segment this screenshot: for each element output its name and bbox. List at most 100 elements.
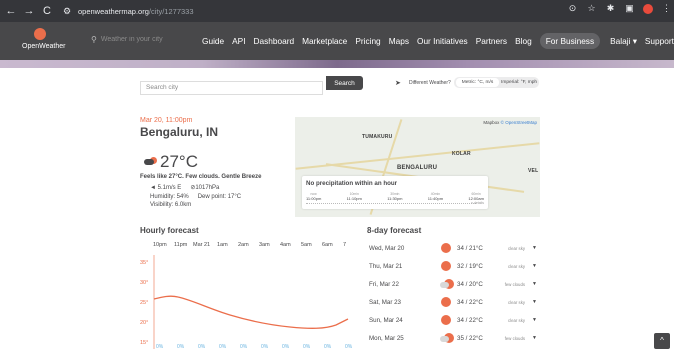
chevron-down-icon[interactable]: ▼ [532,317,537,323]
forecast-day-label: Thu, Mar 21 [369,263,403,270]
forecast-description: clear sky [508,318,525,323]
precip-percent: 0% [261,344,269,349]
hour-label: 11pm [174,242,188,248]
clear-sky-icon [440,314,454,326]
menu-dashboard[interactable]: Dashboard [254,36,295,46]
site-info-icon[interactable]: ⚙ [60,6,74,17]
menu-our-initiatives[interactable]: Our Initiatives [417,36,468,46]
search-button[interactable]: Search [326,76,363,90]
precip-percent: 0% [156,344,164,349]
menu-marketplace[interactable]: Marketplace [302,36,347,46]
humidity-value: Humidity: 54% [150,193,189,200]
forecast-day-row[interactable]: Sat, Mar 23 34 / 22°C clear sky ▼ [367,294,542,312]
forecast-day-row[interactable]: Thu, Mar 21 32 / 19°C clear sky ▼ [367,258,542,276]
chevron-down-icon[interactable]: ▼ [532,299,537,305]
forecast-day-label: Wed, Mar 20 [369,245,405,252]
timeline-point: 30min 11:30pm [387,192,403,201]
forecast-temp: 34 / 21°C [457,245,483,252]
precipitation-details-link[interactable]: » details [471,201,484,205]
back-icon[interactable]: ← [4,5,18,17]
timeline-ticks [306,203,476,205]
hour-label: 7 [343,242,347,248]
city-search: Search [140,76,363,95]
menu-maps[interactable]: Maps [389,36,409,46]
menu-pricing[interactable]: Pricing [355,36,380,46]
menu-user[interactable]: Balaji ▾ [610,36,637,46]
hour-label: 10pm [153,242,167,248]
forecast-description: clear sky [508,246,525,251]
scroll-to-top-button[interactable]: ^ [654,333,670,349]
forecast-day-row[interactable]: Sun, Mar 24 34 / 22°C clear sky ▼ [367,312,542,330]
menu-guide[interactable]: Guide [202,36,224,46]
menu-blog[interactable]: Blog [515,36,532,46]
forecast-temp: 32 / 19°C [457,263,483,270]
my-location-icon[interactable]: ➤ [395,79,401,87]
logo-sun-icon [34,28,46,40]
eight-day-forecast-title: 8-day forecast [367,226,422,235]
browser-toolbar: ← → C ⚙ openweathermap.org/city/1277333 … [0,0,674,22]
wind-direction-icon: ◄ [150,185,156,191]
few-clouds-icon [440,332,454,344]
extensions-icon[interactable]: ✱ [605,3,616,14]
weather-map[interactable]: Mapbox © OpenStreetMap TUMAKURU KOLAR BE… [295,117,540,217]
forecast-day-label: Sun, Mar 24 [369,317,403,324]
chevron-down-icon[interactable]: ▼ [532,263,537,269]
profile-icon[interactable] [643,3,653,14]
unit-toggle: Metric: °C, m/s Imperial: °F, mph [454,77,539,88]
browser-menu-icon[interactable]: ⋮ [661,3,672,14]
reload-icon[interactable]: C [40,5,54,17]
openweather-logo[interactable]: OpenWeather [22,26,65,56]
metric-option[interactable]: Metric: °C, m/s [456,78,499,87]
map-attribution: Mapbox © OpenStreetMap [483,120,537,125]
wind-value: ◄ 5.1m/s E [150,185,182,191]
hourly-time-labels: 10pm 11pm Mar 21 1am 2am 3am 4am 5am 6am… [153,242,355,250]
site-header: OpenWeather ⚲ Guide API Dashboard Market… [0,22,674,60]
forecast-day-row[interactable]: Fri, Mar 22 34 / 20°C few clouds ▼ [367,276,542,294]
search-icon: ⚲ [91,35,97,44]
weather-details: ◄ 5.1m/s E ⊘1017hPa Humidity: 54% Dew po… [150,184,241,210]
hour-label: 3am [259,242,270,248]
clear-sky-icon [440,242,454,254]
precip-percent: 0% [198,344,206,349]
visibility-value: Visibility: 6.0km [150,202,192,208]
location-icon[interactable]: ⊙ [567,3,578,14]
precipitation-card: No precipitation within an hour now 11:00… [302,176,488,209]
main-menu: Guide API Dashboard Marketplace Pricing … [202,33,674,49]
forecast-description: few clouds [504,336,525,341]
dew-point-value: Dew point: 17°C [197,193,242,200]
hour-label: 5am [301,242,312,248]
menu-api[interactable]: API [232,36,245,46]
chevron-down-icon[interactable]: ▼ [532,281,537,287]
precip-percent: 0% [219,344,227,349]
precipitation-timeline: now 11:00pm 10min 11:10pm 30min 11:30pm 40m… [306,192,484,201]
forecast-temp: 34 / 22°C [457,317,483,324]
precip-percent: 0% [345,344,353,349]
forecast-day-row[interactable]: Mon, Mar 25 35 / 22°C few clouds ▼ [367,330,542,348]
forward-icon[interactable]: → [22,5,36,17]
sidebar-icon[interactable]: ▣ [624,3,635,14]
forecast-description: clear sky [508,264,525,269]
forecast-description: clear sky [508,300,525,305]
hour-label: 2am [238,242,249,248]
timeline-point: 60min 12:00am [468,192,484,201]
menu-partners[interactable]: Partners [476,36,507,46]
chevron-down-icon[interactable]: ▼ [532,335,537,341]
different-weather-link[interactable]: Different Weather? [409,80,451,86]
precip-percent: 0% [282,344,290,349]
few-clouds-icon [143,156,159,166]
header-search-input[interactable] [100,36,191,43]
chevron-up-icon: ^ [660,336,664,345]
bookmark-star-icon[interactable]: ☆ [586,3,597,14]
city-search-input[interactable] [140,80,323,95]
hourly-forecast-title: Hourly forecast [140,226,199,235]
forecast-day-row[interactable]: Wed, Mar 20 34 / 21°C clear sky ▼ [367,240,542,258]
precip-percent: 0% [303,344,311,349]
menu-support[interactable]: Support ▾ [645,36,674,46]
forecast-temp: 34 / 20°C [457,281,483,288]
current-temperature: 27°C [160,152,198,171]
menu-for-business[interactable]: For Business [539,33,601,49]
address-bar[interactable]: ⚙ openweathermap.org/city/1277333 [60,3,620,19]
chevron-down-icon[interactable]: ▼ [532,245,537,251]
forecast-day-label: Mon, Mar 25 [369,335,404,342]
imperial-option[interactable]: Imperial: °F, mph [501,78,537,87]
